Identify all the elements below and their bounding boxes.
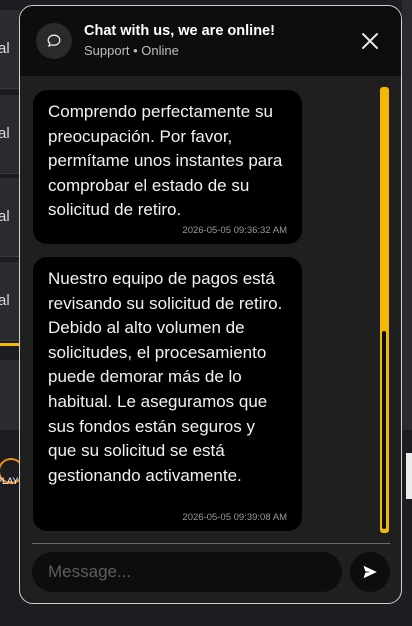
background-item-label: al <box>0 292 10 309</box>
background-accent-line <box>0 343 20 346</box>
background-right-panel <box>402 0 412 430</box>
background-list-item[interactable]: al <box>0 95 20 174</box>
message-timestamp: 2026-05-05 09:36:32 AM <box>182 225 287 236</box>
send-icon <box>363 565 377 579</box>
chat-widget: Chat with us, we are online! Support • O… <box>19 5 402 604</box>
chat-bubble-icon <box>36 23 72 59</box>
message-bubble: Comprendo perfectamente su preocupación.… <box>33 90 302 244</box>
background-list-item[interactable]: al <box>0 262 20 341</box>
background-item-label: al <box>0 125 10 142</box>
chat-header: Chat with us, we are online! Support • O… <box>20 6 401 76</box>
message-bubble: Nuestro equipo de pagos está revisando s… <box>33 257 302 531</box>
message-input[interactable] <box>32 552 342 592</box>
chat-status: Support • Online <box>84 43 179 58</box>
chat-title: Chat with us, we are online! <box>84 23 275 39</box>
scrollbar-thumb[interactable] <box>382 331 386 529</box>
close-button[interactable] <box>357 28 383 54</box>
message-scrollbar[interactable] <box>380 87 389 533</box>
message-list[interactable]: Comprendo perfectamente su preocupación.… <box>20 76 401 544</box>
message-text: Nuestro equipo de pagos está revisando s… <box>48 269 283 485</box>
close-icon <box>362 33 378 49</box>
background-list-item[interactable]: al <box>0 10 20 89</box>
background-right-element <box>406 453 412 499</box>
send-button[interactable] <box>350 552 390 592</box>
background-item-label: al <box>0 40 10 57</box>
background-panel <box>0 360 20 430</box>
composer-divider <box>32 543 390 544</box>
message-timestamp: 2026-05-05 09:39:08 AM <box>182 512 287 523</box>
background-list-item[interactable]: al <box>0 178 20 257</box>
background-item-label: al <box>0 208 10 225</box>
message-text: Comprendo perfectamente su preocupación.… <box>48 102 283 220</box>
